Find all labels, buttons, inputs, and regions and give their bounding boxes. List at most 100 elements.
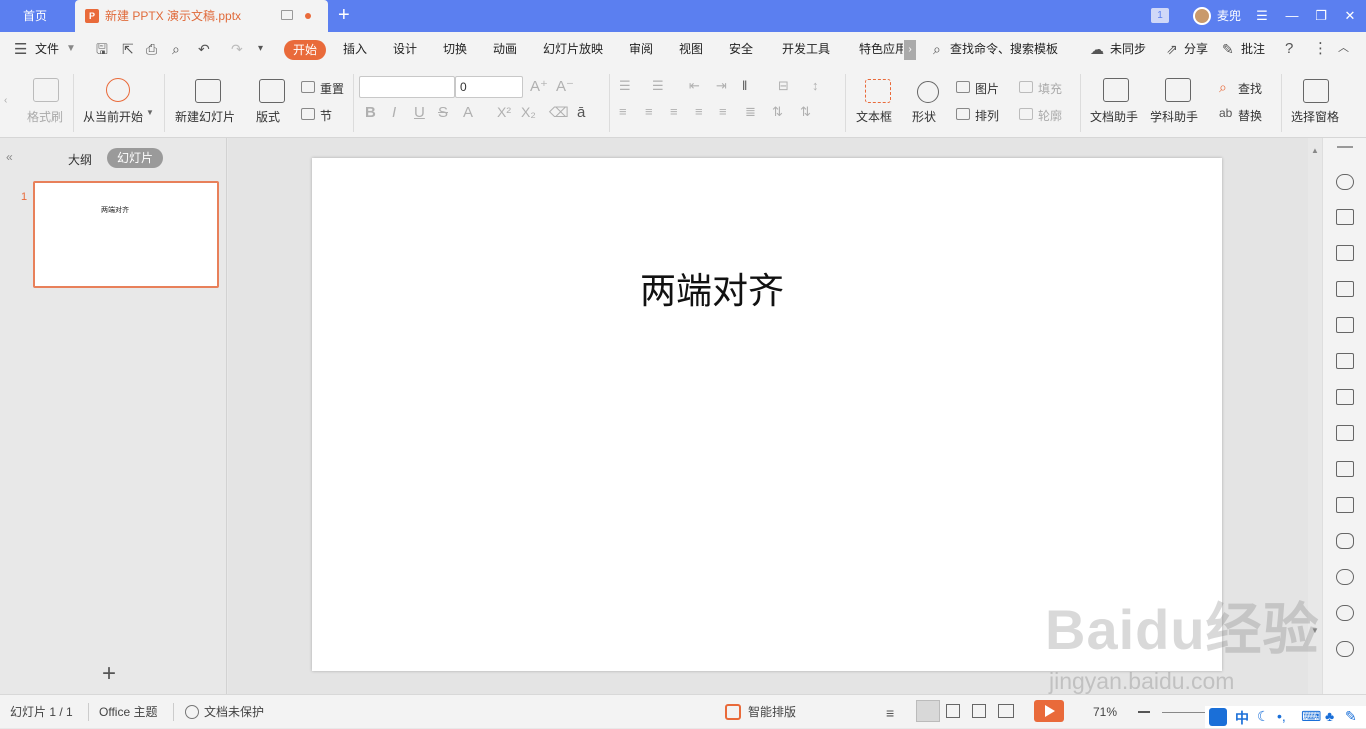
text-direction-icon[interactable]: ‖ — [742, 78, 747, 93]
magic-icon[interactable] — [1336, 174, 1354, 190]
zoom-out-icon[interactable] — [1138, 711, 1150, 713]
ime-tools-icon[interactable]: ✎ — [1345, 708, 1357, 725]
new-slide-button[interactable]: 新建幻灯片 — [175, 108, 235, 125]
presenter-view-icon[interactable] — [998, 704, 1014, 718]
grid-icon[interactable] — [1336, 281, 1354, 297]
paragraph-spacing-icon[interactable]: ⇅ — [772, 104, 783, 120]
new-tab-button[interactable]: + — [338, 4, 350, 26]
properties-icon[interactable] — [1336, 353, 1354, 369]
align-right-icon[interactable]: ≡ — [670, 104, 678, 119]
font-size-select[interactable]: 0 — [455, 76, 523, 98]
replace-button[interactable]: 替换 — [1238, 107, 1262, 124]
numbering-icon[interactable]: ☰ — [652, 78, 664, 94]
more-tabs-icon[interactable]: › — [904, 40, 916, 60]
decrease-indent-icon[interactable]: ⇤ — [689, 78, 700, 94]
undo-icon[interactable]: ↶ — [198, 42, 210, 56]
archive-icon[interactable] — [1336, 461, 1354, 477]
align-left-icon[interactable]: ≡ — [619, 104, 627, 119]
audio-icon[interactable] — [1336, 533, 1354, 549]
window-count-badge[interactable]: 1 — [1151, 8, 1169, 23]
tab-animation[interactable]: 动画 — [493, 32, 517, 66]
font-family-select[interactable] — [359, 76, 455, 98]
picture-button[interactable]: 图片 — [975, 80, 999, 97]
shield-icon[interactable] — [1336, 569, 1354, 585]
selection-pane-button[interactable]: 选择窗格 — [1291, 108, 1339, 125]
doc-assistant-button[interactable]: 文档助手 — [1090, 108, 1138, 125]
ime-moon-icon[interactable]: ☾ — [1257, 708, 1270, 725]
comment-button[interactable]: 批注 — [1241, 32, 1265, 66]
justify-icon[interactable]: ≡ — [695, 104, 703, 119]
format-painter-button[interactable]: 格式刷 — [27, 108, 63, 125]
fill-button[interactable]: 填充 — [1038, 80, 1062, 97]
italic-icon[interactable]: I — [392, 104, 396, 121]
decrease-font-icon[interactable]: A⁻ — [556, 77, 574, 95]
share-button[interactable]: 分享 — [1184, 32, 1208, 66]
restore-button[interactable]: ❐ — [1307, 0, 1335, 32]
sorter-view-icon[interactable] — [946, 704, 960, 718]
slide-title-text[interactable]: 两端对齐 — [312, 262, 1112, 314]
tab-design[interactable]: 设计 — [393, 32, 417, 66]
hamburger-icon[interactable]: ☰ — [14, 42, 27, 57]
bullets-icon[interactable]: ☰ — [619, 78, 631, 94]
tab-transition[interactable]: 切换 — [443, 32, 467, 66]
template-icon[interactable] — [1336, 209, 1354, 225]
document-tab[interactable]: P 新建 PPTX 演示文稿.pptx — [75, 0, 328, 32]
theme-name[interactable]: Office 主题 — [99, 695, 157, 729]
reset-button[interactable]: 重置 — [320, 80, 344, 97]
strikethrough-icon[interactable]: S — [438, 104, 448, 121]
layout-button[interactable]: 版式 — [256, 108, 280, 125]
subject-assistant-button[interactable]: 学科助手 — [1150, 108, 1198, 125]
tab-slides[interactable]: 幻灯片 — [107, 148, 163, 168]
subscript-icon[interactable]: X₂ — [521, 104, 536, 120]
ime-punct-icon[interactable]: •, — [1277, 708, 1286, 724]
tab-special[interactable]: 特色应用 — [859, 32, 903, 66]
tab-security[interactable]: 安全 — [729, 32, 753, 66]
section-button[interactable]: 节 — [320, 107, 332, 124]
superscript-icon[interactable]: X² — [497, 104, 511, 120]
close-button[interactable]: ✕ — [1336, 0, 1364, 32]
tab-view[interactable]: 视图 — [679, 32, 703, 66]
clear-format-icon[interactable]: ⌫ — [549, 104, 569, 121]
normal-view-icon[interactable] — [916, 700, 940, 722]
save-icon[interactable]: 🖫 — [96, 42, 108, 56]
print-icon[interactable]: ⎙ — [146, 42, 157, 56]
align-center-icon[interactable]: ≡ — [645, 104, 653, 119]
print-preview-icon[interactable]: ⌕ — [172, 42, 180, 56]
customize-icon[interactable]: ▾ — [258, 44, 263, 54]
ime-skin-icon[interactable]: ♣ — [1325, 708, 1334, 724]
play-from-current-button[interactable]: 从当前开始 — [83, 108, 143, 125]
add-slide-icon[interactable]: + — [102, 662, 116, 686]
scroll-left-icon[interactable]: ‹ — [4, 96, 7, 106]
more-icon[interactable]: ⋮ — [1313, 41, 1328, 56]
collapse-ribbon-icon[interactable]: ︿ — [1338, 43, 1349, 54]
tab-home[interactable]: 首页 — [0, 0, 70, 32]
notes-icon[interactable]: ≡ — [886, 705, 894, 721]
command-search[interactable]: 查找命令、搜索模板 — [950, 32, 1058, 66]
redo-icon[interactable]: ↷ — [231, 42, 243, 56]
help-icon[interactable]: ? — [1285, 41, 1293, 56]
columns-icon[interactable]: ⊟ — [778, 78, 789, 94]
image-search-icon[interactable] — [1336, 389, 1354, 405]
reading-view-icon[interactable] — [972, 704, 986, 718]
line-spacing-icon[interactable]: ↕ — [812, 78, 819, 93]
avatar[interactable] — [1193, 7, 1211, 25]
skin-icon[interactable]: ☰ — [1248, 0, 1276, 32]
ime-chinese-icon[interactable]: 中 — [1235, 708, 1249, 728]
collapse-pane-icon[interactable]: « — [6, 150, 13, 164]
play-slideshow-button[interactable] — [1034, 700, 1064, 722]
arrange-button[interactable]: 排列 — [975, 107, 999, 124]
tab-insert[interactable]: 插入 — [343, 32, 367, 66]
sync-status[interactable]: 未同步 — [1110, 32, 1146, 66]
tab-slideshow[interactable]: 幻灯片放映 — [543, 32, 603, 66]
smart-layout-button[interactable]: 智能排版 — [748, 695, 796, 729]
increase-indent-icon[interactable]: ⇥ — [716, 78, 727, 94]
text-effects-icon[interactable]: ā — [577, 104, 585, 121]
zoom-slider[interactable] — [1162, 712, 1207, 713]
tab-outline[interactable]: 大纲 — [68, 151, 92, 168]
outline-button[interactable]: 轮廓 — [1038, 107, 1062, 124]
tab-start[interactable]: 开始 — [284, 40, 326, 60]
export-icon[interactable]: ⇱ — [122, 42, 134, 56]
style-icon[interactable] — [1336, 245, 1354, 261]
text-box-button[interactable]: 文本框 — [856, 108, 892, 125]
help-circle-icon[interactable] — [1336, 641, 1354, 657]
